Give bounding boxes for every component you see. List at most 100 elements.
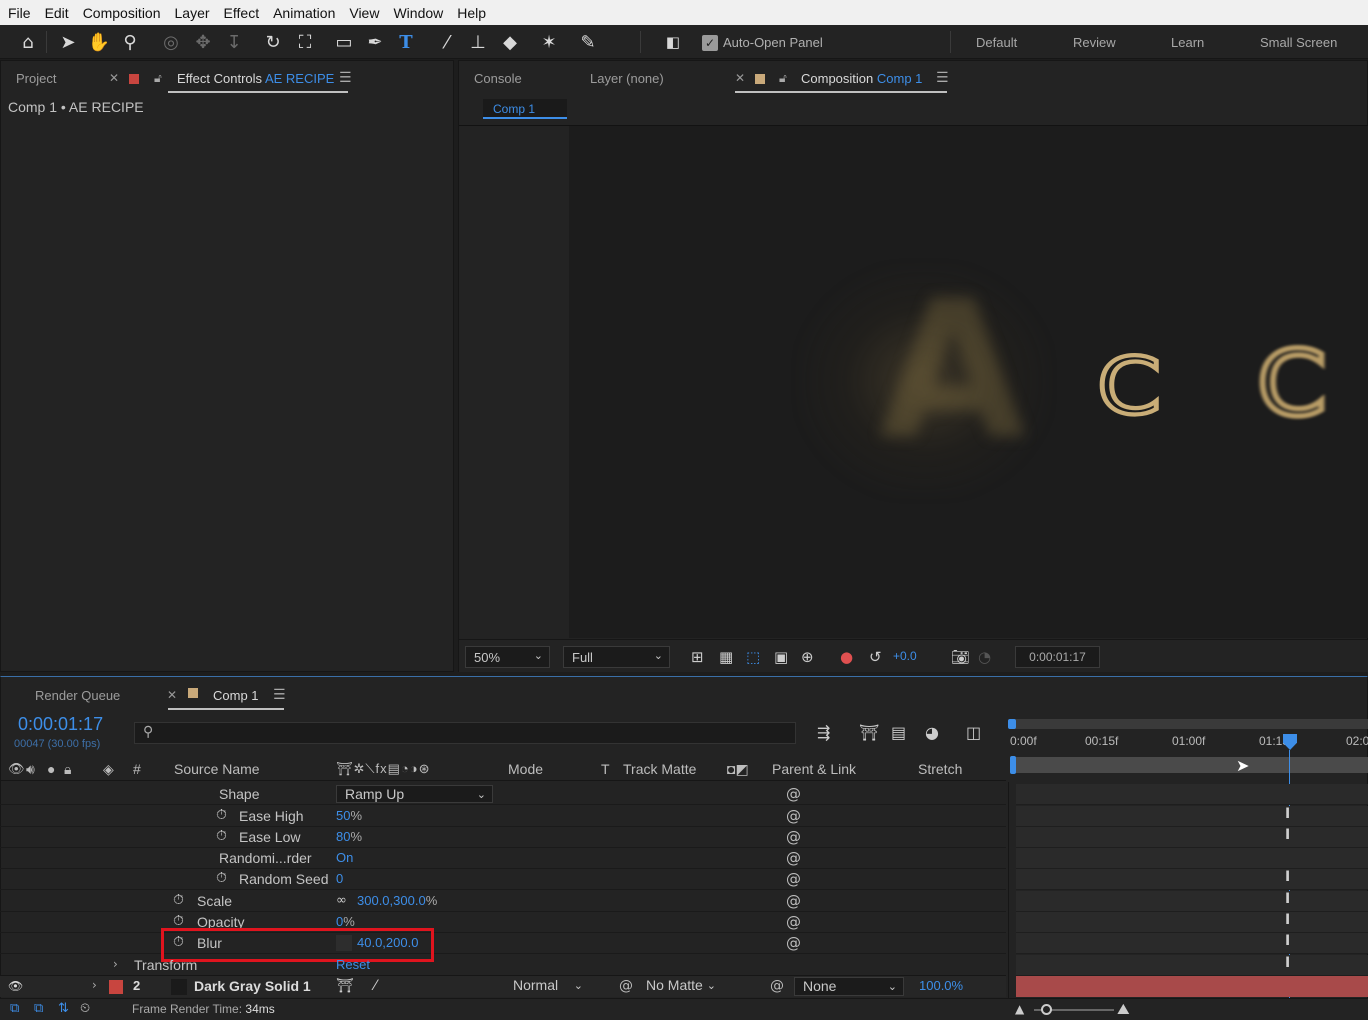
panel-layout-icon[interactable]: ◧ <box>660 29 686 55</box>
tab-effect-controls[interactable]: Effect Controls AE RECIPE <box>177 71 334 86</box>
menu-help[interactable]: Help <box>451 5 492 21</box>
puppet-pin-icon[interactable]: ✎ <box>575 29 601 55</box>
panel-menu-icon[interactable]: ☰ <box>339 70 352 86</box>
keyframe-icon[interactable]: I <box>1285 827 1290 843</box>
keyframe-icon[interactable]: I <box>1285 869 1290 885</box>
comp-subtab[interactable]: Comp 1 <box>483 99 567 119</box>
clone-stamp-icon[interactable]: ⊥ <box>465 29 491 55</box>
channel-icon[interactable]: ● <box>840 648 853 666</box>
property-row-scale[interactable]: ⏱︎ Scale ∞ 300.0,300.0% @ <box>0 891 1006 912</box>
constrain-proportions-icon[interactable]: ∞ <box>336 893 347 908</box>
solo-icon[interactable]: ● <box>47 761 55 777</box>
parent-dropdown[interactable]: None ⌄ <box>794 977 904 996</box>
ease-low-value[interactable]: 80% <box>336 829 362 844</box>
menu-layer[interactable]: Layer <box>169 5 216 21</box>
scale-value[interactable]: 300.0,300.0% <box>357 893 437 908</box>
grid-guides-icon[interactable]: ⊕ <box>801 648 814 666</box>
layer-label-swatch[interactable] <box>109 980 123 994</box>
column-mode[interactable]: Mode <box>508 761 543 777</box>
menu-view[interactable]: View <box>343 5 385 21</box>
property-row-shape[interactable]: Shape Ramp Up ⌄ @ <box>0 784 1006 805</box>
work-area-bar[interactable] <box>1010 719 1368 729</box>
reset-exposure-icon[interactable]: ↺ <box>869 648 882 666</box>
property-row-transform[interactable]: › Transform Reset <box>0 955 1006 976</box>
pan-camera-icon[interactable]: ✥ <box>190 29 216 55</box>
layer-name[interactable]: Dark Gray Solid 1 <box>194 978 311 994</box>
workspace-small-screen[interactable]: Small Screen <box>1260 35 1337 50</box>
camera-snapshot-icon[interactable]: 📷︎ <box>951 648 970 666</box>
menu-animation[interactable]: Animation <box>267 5 341 21</box>
column-parent-link[interactable]: Parent & Link <box>772 761 856 777</box>
work-area-start-handle[interactable] <box>1008 719 1016 729</box>
toggle-modes-icon[interactable]: ⧉ <box>34 1001 43 1016</box>
property-row-blur[interactable]: ⏱︎ Blur 40.0,200.0 @ <box>0 933 1006 954</box>
tab-console[interactable]: Console <box>474 71 522 86</box>
type-tool-icon[interactable]: T <box>393 29 419 55</box>
lock-icon[interactable]: 🔓︎ <box>779 71 787 86</box>
expression-pickwhip-icon[interactable]: @ <box>786 913 801 931</box>
menu-window[interactable]: Window <box>387 5 449 21</box>
matte-pickwhip-icon[interactable]: @ <box>619 978 633 994</box>
frame-blending-icon[interactable]: ▤ <box>891 723 906 742</box>
expression-pickwhip-icon[interactable]: @ <box>786 892 801 910</box>
expression-pickwhip-icon[interactable]: @ <box>786 849 801 867</box>
render-time-icon[interactable]: ⏲ <box>80 1001 90 1016</box>
workspace-review[interactable]: Review <box>1073 35 1116 50</box>
safe-margins-icon[interactable]: ▣ <box>774 648 788 666</box>
keyframe-icon[interactable]: I <box>1285 891 1290 907</box>
stopwatch-icon[interactable]: ⏱︎ <box>173 892 184 908</box>
expression-pickwhip-icon[interactable]: @ <box>786 934 801 952</box>
rectangle-tool-icon[interactable]: ▭ <box>331 29 357 55</box>
stretch-value[interactable]: 100.0% <box>919 978 963 993</box>
pen-tool-icon[interactable]: ✒ <box>362 29 388 55</box>
toggle-switches-icon[interactable]: ⧉ <box>10 1001 19 1016</box>
selection-tool-icon[interactable]: ➤ <box>55 29 81 55</box>
workspace-learn[interactable]: Learn <box>1171 35 1204 50</box>
lock-icon[interactable]: 🔓︎ <box>154 71 162 86</box>
hand-tool-icon[interactable]: ✋ <box>86 29 112 55</box>
stopwatch-icon[interactable]: ⏱︎ <box>216 807 227 823</box>
motion-blur-icon[interactable]: ◕ <box>925 723 939 742</box>
expression-pickwhip-icon[interactable]: @ <box>786 807 801 825</box>
chevron-right-icon[interactable]: › <box>113 957 118 971</box>
property-row-ease-low[interactable]: ⏱︎ Ease Low 80% @ <box>0 827 1006 848</box>
expression-pickwhip-icon[interactable]: @ <box>786 785 801 803</box>
close-icon[interactable]: ✕ <box>735 71 745 85</box>
rotation-tool-icon[interactable]: ↻ <box>260 29 286 55</box>
stopwatch-icon[interactable]: ⏱︎ <box>216 828 227 844</box>
column-track-matte[interactable]: Track Matte <box>623 761 696 777</box>
menu-composition[interactable]: Composition <box>77 5 167 21</box>
brush-tool-icon[interactable]: ⁄ <box>434 29 460 55</box>
keyframe-icon[interactable]: I <box>1285 955 1290 971</box>
property-row-opacity[interactable]: ⏱︎ Opacity 0% @ <box>0 912 1006 933</box>
track-matte-dropdown[interactable]: No Matte ⌄ <box>640 977 722 996</box>
reset-link[interactable]: Reset <box>336 957 370 972</box>
tab-layer[interactable]: Layer (none) <box>590 71 664 86</box>
matte-toggle-icons[interactable]: ◘◩ <box>727 761 749 778</box>
layer-row[interactable]: 👁︎ › 2 Dark Gray Solid 1 ⛩ ⁄ Normal ⌄ @ N… <box>0 975 1006 997</box>
ease-high-value[interactable]: 50% <box>336 808 362 823</box>
roto-brush-icon[interactable]: ✶ <box>536 29 562 55</box>
zoom-tool-icon[interactable]: ⚲ <box>117 29 143 55</box>
audio-icon[interactable]: 🔊︎ <box>26 761 35 778</box>
stopwatch-icon[interactable]: ⏱︎ <box>173 913 184 929</box>
tab-comp-1[interactable]: Comp 1 <box>213 688 259 703</box>
zoom-out-icon[interactable]: ▲ <box>1015 1002 1024 1016</box>
tab-composition[interactable]: Composition Comp 1 <box>801 71 922 86</box>
exposure-value[interactable]: +0.0 <box>893 649 917 663</box>
chevron-right-icon[interactable]: › <box>92 978 97 992</box>
eraser-tool-icon[interactable]: ◆ <box>497 29 523 55</box>
visibility-eye-icon[interactable]: 👁︎ <box>8 979 23 993</box>
viewer-timecode[interactable]: 0:00:01:17 <box>1015 646 1100 668</box>
lock-column-icon[interactable]: 🔒︎ <box>64 761 71 778</box>
zoom-dropdown[interactable]: 50% ⌄ <box>465 646 550 668</box>
mask-visibility-icon[interactable]: ⬚ <box>746 648 760 666</box>
stopwatch-icon[interactable]: ⏱︎ <box>216 870 227 886</box>
auto-open-checkbox[interactable]: ✓ <box>702 35 718 51</box>
toggle-in-out-icon[interactable]: ⇅ <box>58 1001 69 1016</box>
random-seed-value[interactable]: 0 <box>336 871 343 886</box>
close-icon[interactable]: ✕ <box>109 71 119 85</box>
composition-flowchart-icon[interactable]: ⇶ <box>817 723 830 742</box>
transparency-grid-icon[interactable]: ▦ <box>719 648 733 666</box>
workspace-default[interactable]: Default <box>976 35 1017 50</box>
